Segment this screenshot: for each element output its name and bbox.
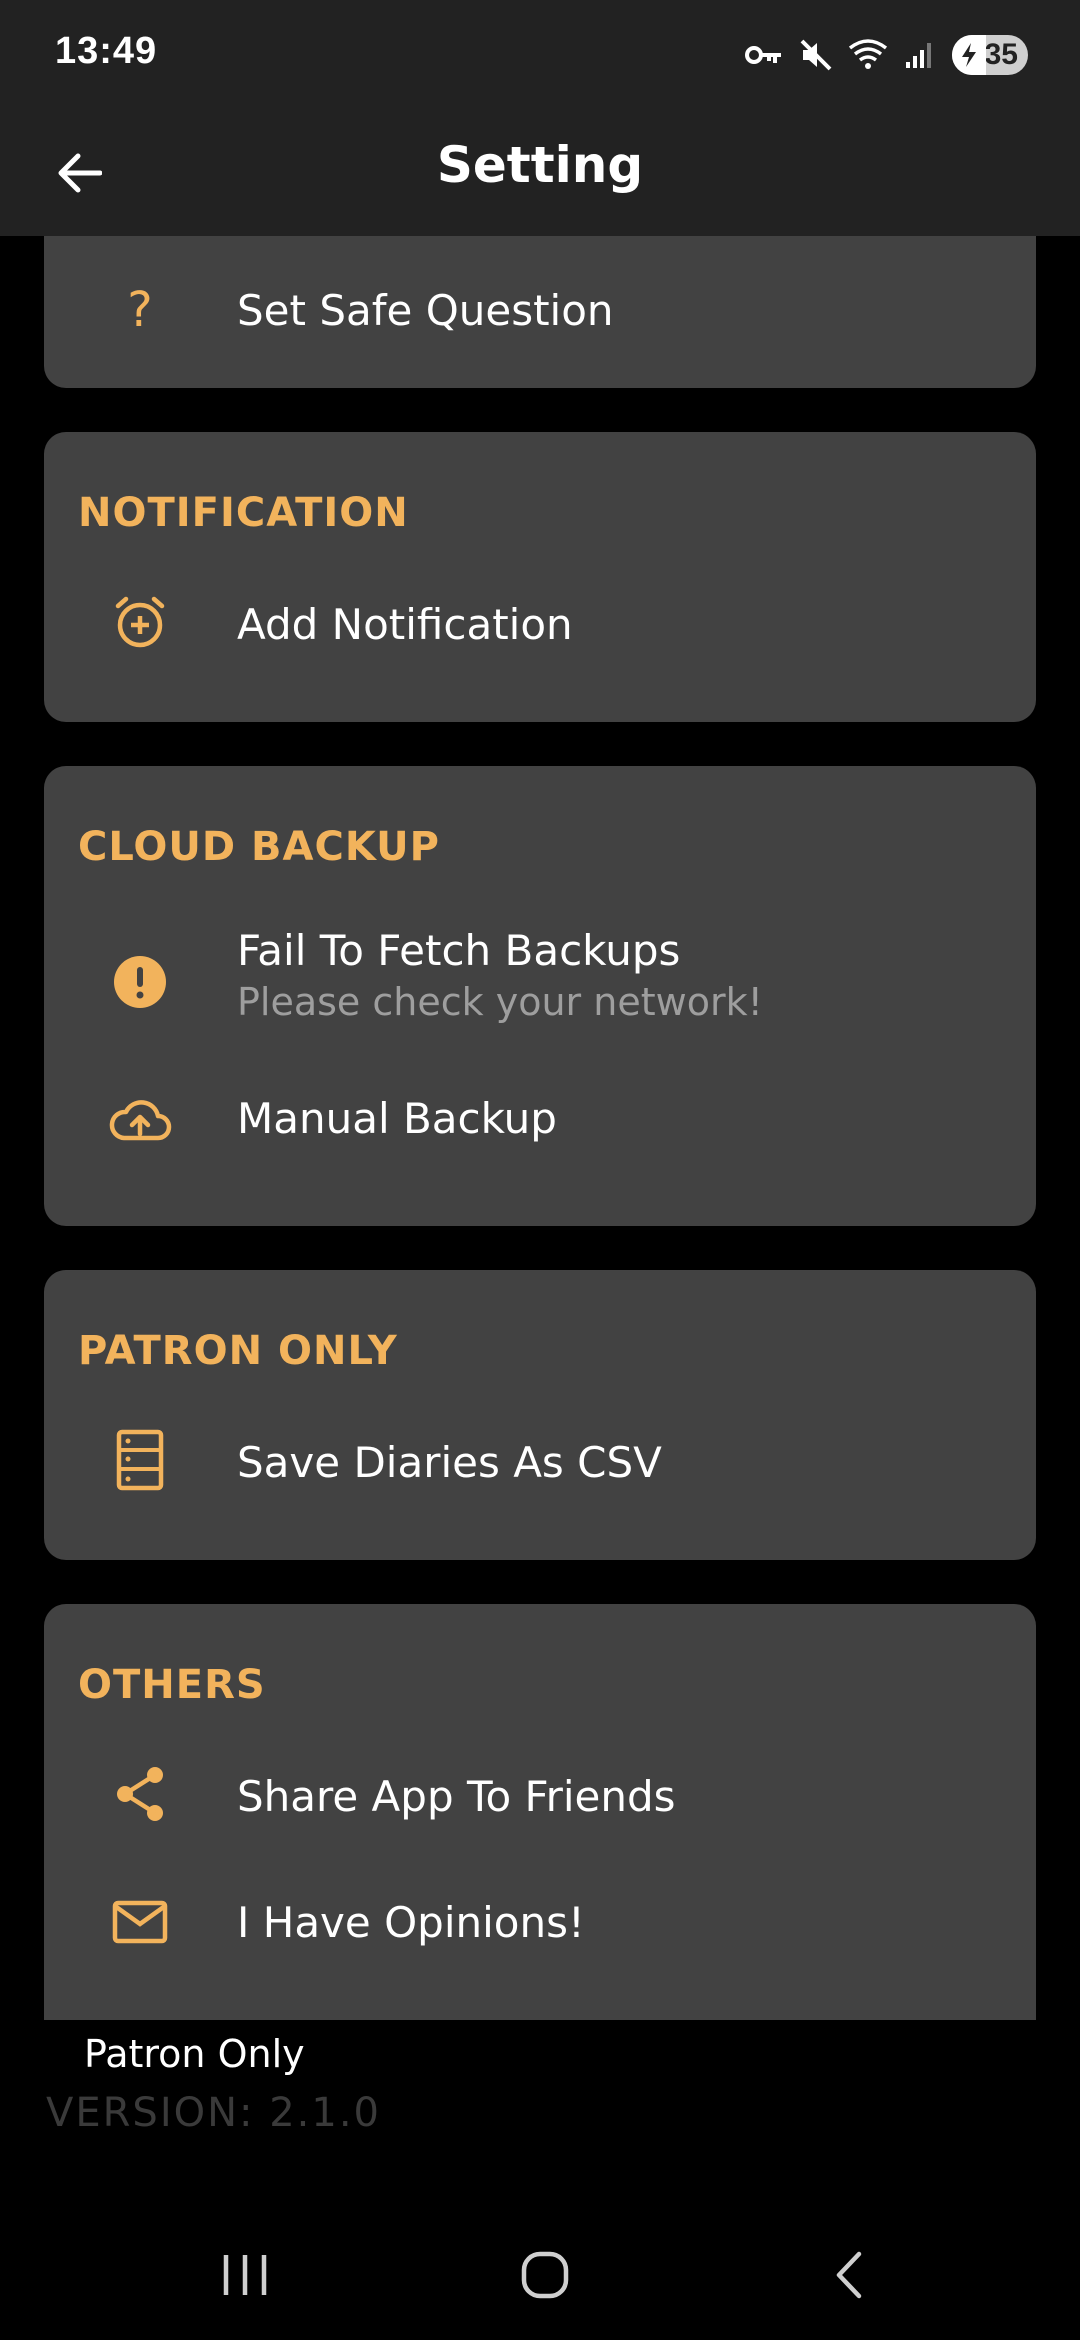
page-title: Setting (436, 136, 644, 194)
section-title: NOTIFICATION (78, 490, 409, 536)
item-label: Share App To Friends (237, 1772, 676, 1821)
card-cloud-backup: CLOUD BACKUP Fail To Fetch Backups Pleas… (44, 766, 1036, 1226)
vpn-key-icon (744, 35, 784, 75)
file-table-icon (108, 1428, 172, 1492)
wifi-icon (848, 35, 888, 75)
set-safe-question-item[interactable]: ? Set Safe Question (44, 258, 1036, 368)
mail-icon (108, 1890, 172, 1954)
item-label: Add Notification (237, 600, 573, 649)
share-app-item[interactable]: Share App To Friends (44, 1744, 1036, 1854)
status-time: 13:49 (55, 30, 158, 72)
error-icon (108, 950, 172, 1014)
recents-icon (223, 2255, 267, 2295)
card-patron-only: PATRON ONLY Save Diaries As CSV (44, 1270, 1036, 1560)
app-bar: Setting (0, 110, 1080, 236)
settings-list[interactable]: ? Set Safe Question NOTIFICATION Add Not… (0, 236, 1080, 2020)
home-button[interactable] (500, 2230, 590, 2320)
back-icon (836, 2251, 862, 2299)
section-title: OTHERS (78, 1662, 266, 1708)
status-icons: 35 (744, 32, 1028, 78)
card-security: ? Set Safe Question (44, 236, 1036, 388)
mute-icon (796, 35, 836, 75)
home-icon (521, 2251, 569, 2299)
feedback-item[interactable]: I Have Opinions! (44, 1870, 1036, 1980)
alarm-add-icon (108, 590, 172, 654)
fetch-backups-status-item[interactable]: Fail To Fetch Backups Please check your … (44, 916, 1036, 1046)
manual-backup-item[interactable]: Manual Backup (44, 1066, 1036, 1176)
share-icon (108, 1762, 172, 1826)
system-nav-bar (0, 2200, 1080, 2340)
card-notification: NOTIFICATION Add Notification (44, 432, 1036, 722)
cloud-upload-icon (108, 1088, 172, 1152)
card-others: OTHERS Share App To Friends I Have Opini… (44, 1604, 1036, 2020)
question-icon: ? (127, 282, 153, 338)
item-label: Manual Backup (237, 1094, 557, 1143)
version-text: VERSION: 2.1.0 (46, 2090, 381, 2136)
status-bar: 13:49 35 (0, 0, 1080, 110)
item-label: Fail To Fetch Backups (237, 926, 681, 975)
section-title: PATRON ONLY (78, 1328, 398, 1374)
item-label: Set Safe Question (237, 286, 614, 335)
signal-icon (900, 35, 940, 75)
back-nav-button[interactable] (804, 2230, 894, 2320)
battery-percent: 35 (984, 38, 1018, 71)
item-label: I Have Opinions! (237, 1898, 585, 1947)
section-title: CLOUD BACKUP (78, 824, 440, 870)
item-label: Save Diaries As CSV (237, 1438, 662, 1487)
snackbar-message: Patron Only (84, 2032, 305, 2076)
item-subtitle: Please check your network! (237, 980, 763, 1024)
battery-indicator: 35 (952, 35, 1028, 75)
recents-button[interactable] (200, 2230, 290, 2320)
battery-charging-icon (952, 35, 986, 75)
add-notification-item[interactable]: Add Notification (44, 572, 1036, 682)
save-diaries-csv-item[interactable]: Save Diaries As CSV (44, 1410, 1036, 1520)
